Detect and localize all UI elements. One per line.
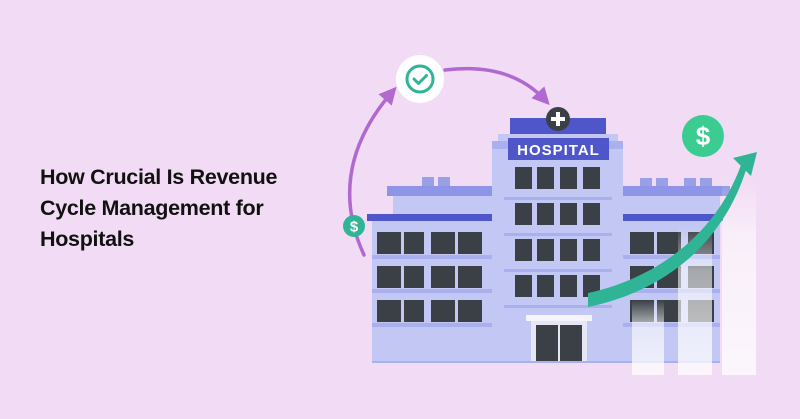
ground-line — [372, 361, 720, 363]
hospital-sign-label: HOSPITAL — [517, 142, 600, 159]
hospital-illustration: $ $ HOSPITAL — [343, 55, 757, 375]
cycle-arrow-right — [443, 66, 550, 106]
growth-bar — [632, 300, 664, 375]
hospital-entrance — [526, 315, 592, 363]
svg-text:$: $ — [696, 121, 711, 151]
hospital-main-tower: HOSPITAL — [492, 118, 623, 363]
hospital-left-wing — [367, 177, 493, 361]
dollar-icon: $ — [682, 115, 724, 157]
hero-banner: How Crucial Is Revenue Cycle Management … — [0, 0, 800, 419]
plus-icon — [546, 107, 570, 131]
dollar-icon: $ — [343, 215, 365, 237]
check-icon — [396, 55, 444, 103]
svg-text:$: $ — [350, 219, 359, 236]
